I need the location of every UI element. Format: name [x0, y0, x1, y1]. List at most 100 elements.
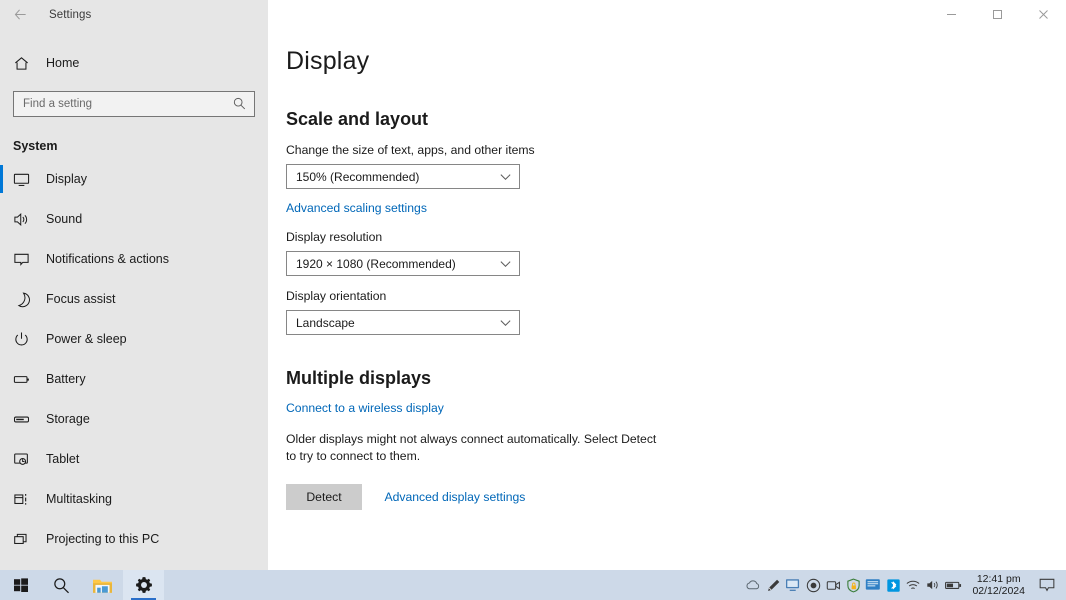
sidebar: Home System Display — [0, 29, 268, 570]
title-bar: Settings — [0, 0, 1066, 29]
notification-icon — [13, 251, 43, 268]
sidebar-item-label: Storage — [46, 412, 90, 426]
monitor-icon — [13, 171, 43, 188]
taskbar: 12:41 pm 02/12/2024 — [0, 570, 1066, 600]
scale-and-layout-heading: Scale and layout — [286, 109, 429, 129]
sidebar-item-multitasking[interactable]: Multitasking — [0, 479, 268, 519]
advanced-scaling-settings-link[interactable]: Advanced scaling settings — [286, 201, 427, 215]
sidebar-item-storage[interactable]: Storage — [0, 399, 268, 439]
sidebar-item-focus-assist[interactable]: Focus assist — [0, 279, 268, 319]
window-title: Settings — [49, 8, 92, 21]
multiple-displays-heading: Multiple displays — [286, 368, 432, 388]
windows-start-icon — [13, 578, 28, 592]
window-controls — [268, 0, 1066, 29]
power-icon — [13, 331, 43, 348]
action-center-icon — [1039, 578, 1055, 591]
start-button[interactable] — [0, 570, 41, 600]
home-icon — [13, 55, 43, 72]
sidebar-item-projecting[interactable]: Projecting to this PC — [0, 519, 268, 559]
advanced-display-settings-link[interactable]: Advanced display settings — [384, 490, 525, 504]
resolution-dropdown[interactable]: 1920 × 1080 (Recommended) — [286, 251, 520, 276]
resolution-label: Display resolution — [286, 230, 383, 244]
projecting-icon — [13, 531, 43, 548]
search-input[interactable] — [14, 92, 214, 116]
taskbar-buttons — [0, 570, 164, 600]
settings-window: Settings Home Find a setting System Disp… — [0, 0, 1066, 600]
sidebar-item-label: Power & sleep — [46, 332, 127, 346]
chevron-down-icon — [499, 170, 512, 188]
file-explorer-button[interactable] — [82, 570, 123, 600]
sidebar-item-label: Tablet — [46, 452, 80, 466]
tablet-icon — [13, 451, 43, 468]
connect-wireless-display-link[interactable]: Connect to a wireless display — [286, 401, 444, 415]
display-icon[interactable] — [783, 570, 803, 600]
sidebar-item-sound[interactable]: Sound — [0, 199, 268, 239]
orientation-dropdown[interactable]: Landscape — [286, 310, 520, 335]
taskbar-search-button[interactable] — [41, 570, 82, 600]
gear-icon — [135, 576, 152, 594]
multitasking-icon — [13, 491, 43, 508]
security-shield-icon[interactable] — [843, 570, 863, 600]
camera-icon[interactable] — [823, 570, 843, 600]
moon-icon — [13, 291, 43, 308]
main-content: Display Scale and layout Change the size… — [268, 29, 1066, 570]
speaker-icon — [13, 211, 43, 228]
sidebar-item-tablet[interactable]: Tablet — [0, 439, 268, 479]
sidebar-item-battery[interactable]: Battery — [0, 359, 268, 399]
back-arrow-icon — [14, 9, 26, 20]
sidebar-item-label: Projecting to this PC — [46, 532, 160, 546]
bluetooth-icon[interactable] — [883, 570, 903, 600]
close-icon — [1038, 10, 1048, 19]
volume-icon[interactable] — [923, 570, 943, 600]
maximize-button[interactable] — [974, 0, 1020, 29]
sidebar-item-label: Multitasking — [46, 492, 112, 506]
search-box[interactable] — [13, 91, 255, 117]
title-bar-left: Settings — [0, 0, 268, 29]
page-title: Display — [286, 47, 370, 75]
maximize-icon — [992, 10, 1002, 19]
wifi-icon[interactable] — [903, 570, 923, 600]
resolution-dropdown-value: 1920 × 1080 (Recommended) — [296, 256, 456, 271]
multiple-displays-description: Older displays might not always connect … — [286, 432, 657, 463]
search-wrapper — [0, 83, 268, 117]
clock-time: 12:41 pm — [976, 573, 1021, 585]
sidebar-item-label: Notifications & actions — [46, 252, 169, 266]
system-tray: 12:41 pm 02/12/2024 — [743, 570, 1066, 600]
scale-dropdown[interactable]: 150% (Recommended) — [286, 164, 520, 189]
sidebar-item-notifications[interactable]: Notifications & actions — [0, 239, 268, 279]
sidebar-item-power-sleep[interactable]: Power & sleep — [0, 319, 268, 359]
minimize-button[interactable] — [928, 0, 974, 29]
close-button[interactable] — [1020, 0, 1066, 29]
clock-date: 02/12/2024 — [972, 585, 1025, 597]
scale-dropdown-value: 150% (Recommended) — [296, 169, 420, 184]
remote-desktop-icon[interactable] — [863, 570, 883, 600]
sidebar-item-home[interactable]: Home — [0, 43, 268, 83]
sidebar-item-display[interactable]: Display — [0, 159, 268, 199]
minimize-icon — [946, 14, 956, 15]
settings-taskbar-button[interactable] — [123, 570, 164, 600]
record-icon[interactable] — [803, 570, 823, 600]
scale-label: Change the size of text, apps, and other… — [286, 143, 535, 157]
back-button[interactable] — [0, 0, 40, 29]
sidebar-item-label: Battery — [46, 372, 86, 386]
detect-button[interactable]: Detect — [286, 484, 362, 510]
battery-icon[interactable] — [943, 570, 963, 600]
cloud-icon[interactable] — [743, 570, 763, 600]
pen-icon[interactable] — [763, 570, 783, 600]
battery-icon — [13, 371, 43, 388]
sidebar-item-label: Focus assist — [46, 292, 116, 306]
sidebar-item-label: Display — [46, 172, 87, 186]
sidebar-home-label: Home — [46, 56, 80, 70]
sidebar-item-label: Sound — [46, 212, 83, 226]
search-icon — [54, 577, 69, 593]
chevron-down-icon — [499, 257, 512, 275]
chevron-down-icon — [499, 316, 512, 334]
action-center-button[interactable] — [1032, 570, 1062, 600]
storage-icon — [13, 411, 43, 428]
sidebar-group-title: System — [13, 139, 58, 153]
orientation-dropdown-value: Landscape — [296, 315, 355, 330]
taskbar-clock[interactable]: 12:41 pm 02/12/2024 — [972, 570, 1025, 600]
folder-icon — [93, 579, 112, 593]
search-icon — [232, 96, 247, 116]
orientation-label: Display orientation — [286, 289, 387, 303]
